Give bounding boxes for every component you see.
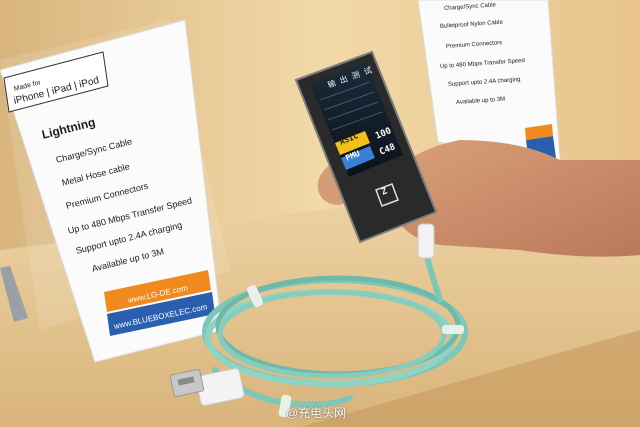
cable-tie	[442, 325, 464, 334]
product-photo	[0, 0, 640, 427]
watermark: @充电头网	[286, 406, 347, 420]
lightning-connector	[417, 223, 435, 259]
